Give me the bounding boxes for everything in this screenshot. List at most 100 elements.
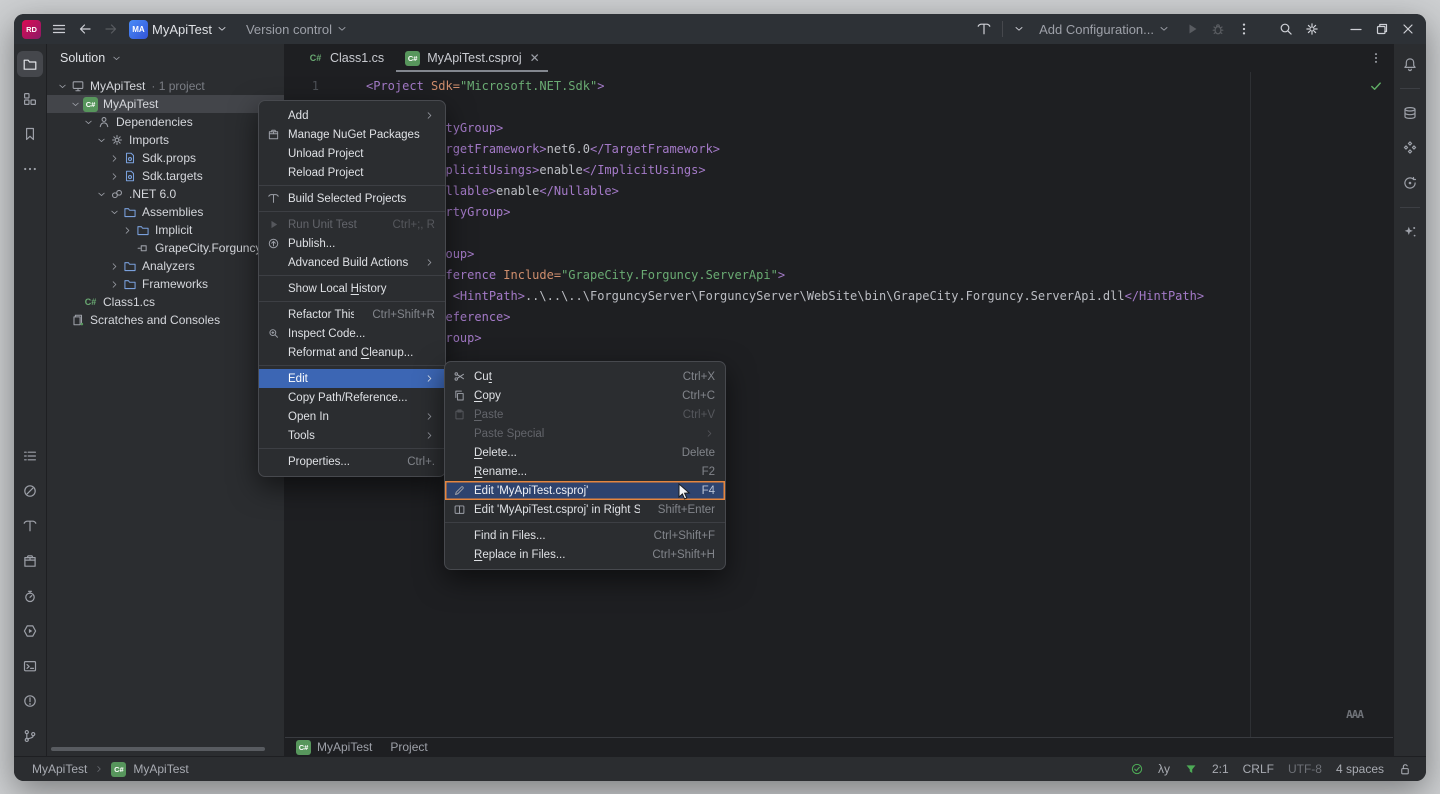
menu-item-edit[interactable]: Edit [259,369,445,388]
menu-item-build-selected-projects[interactable]: Build Selected Projects [259,189,445,208]
menu-item-delete[interactable]: Delete...Delete [445,443,725,462]
code-line[interactable]: 1<Project Sdk="Microsoft.NET.Sdk"> [285,76,1393,97]
breadcrumb-item[interactable]: C#MyApiTest [295,740,372,755]
version-control-icon[interactable] [17,723,43,749]
menu-item-paste[interactable]: PasteCtrl+V [445,405,725,424]
editor-tab-myapitest-csproj[interactable]: C#MyApiTest.csproj✕ [394,44,550,72]
main-menu-icon[interactable] [51,21,67,37]
status-heap-allocations[interactable]: λy [1158,762,1170,776]
run-icon[interactable] [1184,21,1200,37]
bookmarks-icon[interactable] [17,121,43,147]
code-line[interactable]: 5 <ImplicitUsings>enable</ImplicitUsings… [285,160,1393,181]
minimize-icon[interactable] [1348,21,1364,37]
menu-item-cut[interactable]: CutCtrl+X [445,367,725,386]
tree-item-sdk-props[interactable]: Sdk.props [47,149,284,167]
more-actions-icon[interactable] [1236,21,1252,37]
back-icon[interactable] [77,21,93,37]
profiler-icon[interactable] [17,583,43,609]
nuget-icon[interactable] [17,548,43,574]
code-line[interactable]: 6 <Nullable>enable</Nullable> [285,181,1393,202]
menu-item-advanced-build-actions[interactable]: Advanced Build Actions [259,253,445,272]
tree-item-analyzers[interactable]: Analyzers [47,257,284,275]
tab-options-kebab-icon[interactable] [1369,44,1383,72]
chevron-collapsed-icon[interactable] [107,153,121,164]
status-file-writable[interactable] [1398,762,1412,776]
restore-icon[interactable] [1374,21,1390,37]
chevron-collapsed-icon[interactable] [107,261,121,272]
tree-item-scratches-and-consoles[interactable]: Scratches and Consoles [47,311,284,329]
code-line[interactable]: 3 <PropertyGroup> [285,118,1393,139]
menu-item-rename[interactable]: Rename...F2 [445,462,725,481]
project-widget[interactable]: MA MyApiTest [129,20,228,39]
tree-item-class1-cs[interactable]: C#Class1.cs [47,293,284,311]
endpoints-icon[interactable] [17,478,43,504]
project-explorer-icon[interactable] [17,51,43,77]
menu-item-reload-project[interactable]: Reload Project [259,163,445,182]
status-line-separator[interactable]: CRLF [1243,762,1274,776]
chevron-collapsed-icon[interactable] [107,171,121,182]
status-caret-position[interactable]: 2:1 [1212,762,1229,776]
menu-item-run-unit-test[interactable]: Run Unit TestCtrl+;, R [259,215,445,234]
menu-item-copy[interactable]: CopyCtrl+C [445,386,725,405]
status-file-encoding[interactable]: UTF-8 [1288,762,1322,776]
tree-item-implicit[interactable]: Implicit [47,221,284,239]
status-indent-style[interactable]: 4 spaces [1336,762,1384,776]
build-options-chevron-icon[interactable] [1013,23,1025,35]
chevron-expanded-icon[interactable] [107,207,121,218]
ai-assistant-icon[interactable] [1397,219,1423,245]
status-inspections-status[interactable] [1130,762,1144,776]
menu-item-refactor-this[interactable]: Refactor This...Ctrl+Shift+R [259,305,445,324]
menu-item-publish[interactable]: Publish... [259,234,445,253]
menu-item-properties[interactable]: Properties...Ctrl+. [259,452,445,471]
run-configuration-selector[interactable]: Add Configuration... [1039,22,1170,37]
build-icon[interactable] [17,513,43,539]
menu-item-manage-nuget-packages[interactable]: Manage NuGet Packages [259,125,445,144]
terminal-icon[interactable] [17,653,43,679]
version-control-widget[interactable]: Version control [246,22,348,37]
todo-icon[interactable] [17,443,43,469]
chevron-collapsed-icon[interactable] [107,279,121,290]
menu-item-tools[interactable]: Tools [259,426,445,445]
settings-gear-icon[interactable] [1304,21,1320,37]
notifications-icon[interactable] [1397,51,1423,77]
chevron-collapsed-icon[interactable] [120,225,134,236]
search-icon[interactable] [1278,21,1294,37]
chevron-expanded-icon[interactable] [81,117,95,128]
menu-item-show-local-history[interactable]: Show Local History [259,279,445,298]
debug-icon[interactable] [1210,21,1226,37]
menu-item-inspect-code[interactable]: Inspect Code... [259,324,445,343]
forward-icon[interactable] [103,21,119,37]
structure-tool-icon[interactable] [17,86,43,112]
dynamic-program-analysis-icon[interactable] [1397,135,1423,161]
tree-item-myapitest[interactable]: MyApiTest· 1 project [47,77,284,95]
tree-item--net-6-0[interactable]: .NET 6.0 [47,185,284,203]
tree-item-imports[interactable]: Imports [47,131,284,149]
database-icon[interactable] [1397,100,1423,126]
chevron-expanded-icon[interactable] [94,135,108,146]
tree-item-assemblies[interactable]: Assemblies [47,203,284,221]
build-icon[interactable] [976,21,992,37]
close-tab-icon[interactable]: ✕ [530,51,540,65]
menu-item-copy-path-reference[interactable]: Copy Path/Reference... [259,388,445,407]
tree-item-sdk-targets[interactable]: Sdk.targets [47,167,284,185]
tree-item-grapecity-forguncy-se[interactable]: GrapeCity.Forguncy.Se [47,239,284,257]
code-line[interactable]: 10 <Reference Include="GrapeCity.Forgunc… [285,265,1393,286]
menu-item-find-in-files[interactable]: Find in Files...Ctrl+Shift+F [445,526,725,545]
code-line[interactable]: 12 </Reference> [285,307,1393,328]
menu-item-reformat-and-cleanup[interactable]: Reformat and Cleanup... [259,343,445,362]
more-tool-windows-icon[interactable] [17,156,43,182]
breadcrumb-item[interactable]: Project [390,740,427,754]
panel-header[interactable]: Solution [47,44,284,72]
chevron-expanded-icon[interactable] [94,189,108,200]
horizontal-scrollbar[interactable] [51,747,265,751]
code-line[interactable]: 9 <ItemGroup> [285,244,1393,265]
code-line[interactable]: 13 </ItemGroup> [285,328,1393,349]
code-line[interactable]: 8 [285,223,1393,244]
code-line[interactable]: 2 [285,97,1393,118]
font-size-widget[interactable]: AAA [1346,704,1363,725]
inspections-check-icon[interactable] [1369,79,1383,100]
menu-item-unload-project[interactable]: Unload Project [259,144,445,163]
status-breadcrumb[interactable]: MyApiTest C# MyApiTest [32,762,189,777]
chevron-expanded-icon[interactable] [55,81,69,92]
tree-item-myapitest[interactable]: C#MyApiTest [47,95,284,113]
